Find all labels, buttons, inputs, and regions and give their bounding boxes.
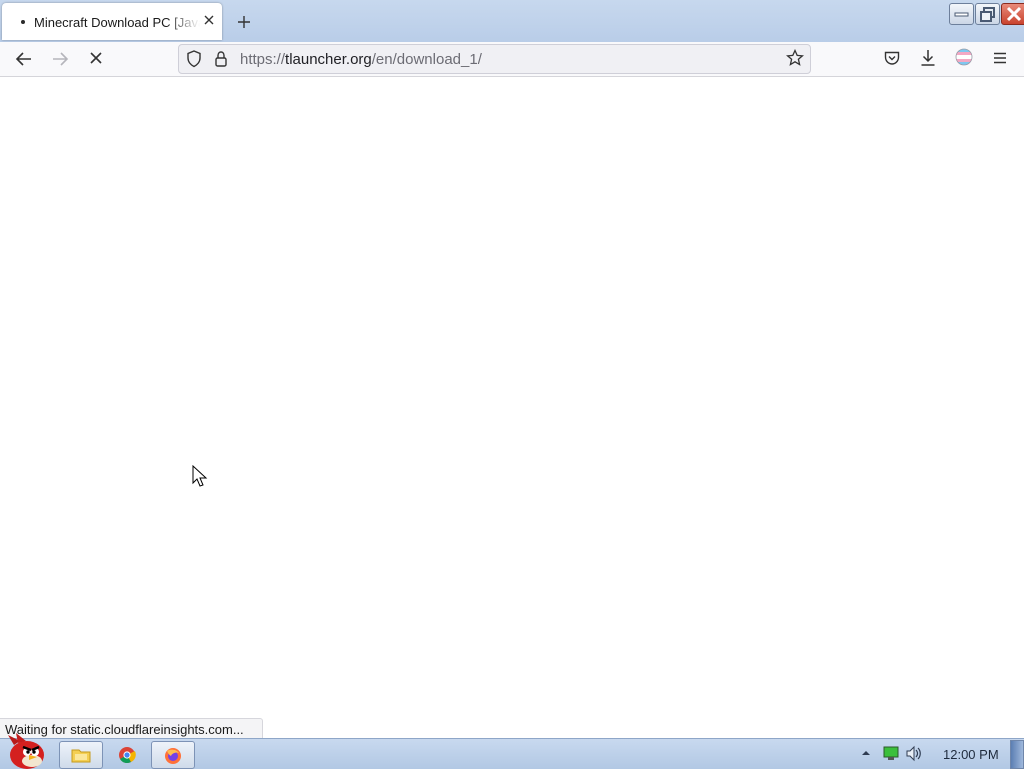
page-content [0,77,1024,738]
restore-icon [980,7,995,22]
tab-title: Minecraft Download PC [Java Edition] [34,15,200,30]
address-bar[interactable]: https://tlauncher.org/en/download_1/ [178,44,811,74]
browser-tab[interactable]: Minecraft Download PC [Java Edition] [2,3,222,40]
browser-titlebar: Minecraft Download PC [Java Edition] [0,0,1024,42]
shield-icon[interactable] [186,50,202,68]
folder-icon [71,749,91,763]
taskbar-explorer-button[interactable] [59,741,103,769]
volume-icon[interactable] [905,745,923,762]
taskbar-chrome-button[interactable] [107,741,147,767]
start-orb-icon[interactable] [2,731,50,769]
network-icon[interactable] [883,746,899,761]
chevron-up-icon[interactable] [861,749,871,757]
account-avatar-icon[interactable] [955,48,973,66]
restore-button[interactable] [975,3,1000,25]
show-desktop-button[interactable] [1010,740,1024,769]
taskbar-clock[interactable]: 12:00 PM [943,747,999,762]
tab-loading-dot [21,20,25,24]
window-close-button[interactable] [1001,3,1024,25]
url-path: /en/download_1/ [371,51,482,68]
mouse-cursor-icon [192,465,208,487]
chrome-icon [119,747,136,764]
hamburger-icon[interactable] [991,49,1009,67]
star-icon[interactable] [786,49,804,67]
taskbar-firefox-button[interactable] [151,741,195,769]
url-host: tlauncher.org [285,51,372,68]
firefox-icon [165,748,181,764]
url-text[interactable]: https://tlauncher.org/en/download_1/ [240,51,482,68]
browser-toolbar: https://tlauncher.org/en/download_1/ [0,42,1024,77]
minimize-icon [954,12,969,17]
arrow-left-icon[interactable] [11,47,37,71]
window-close-icon [1006,6,1022,22]
url-scheme: https:// [240,51,286,68]
minimize-button[interactable] [949,3,974,25]
stop-icon[interactable] [83,47,109,71]
taskbar: 12:00 PM [0,733,1024,769]
pocket-icon[interactable] [883,49,901,67]
lock-icon[interactable] [214,50,228,68]
window-controls [949,3,1024,25]
download-icon[interactable] [919,48,937,68]
close-icon[interactable] [201,12,217,28]
plus-icon[interactable] [233,12,255,32]
arrow-right-icon[interactable] [47,47,73,71]
